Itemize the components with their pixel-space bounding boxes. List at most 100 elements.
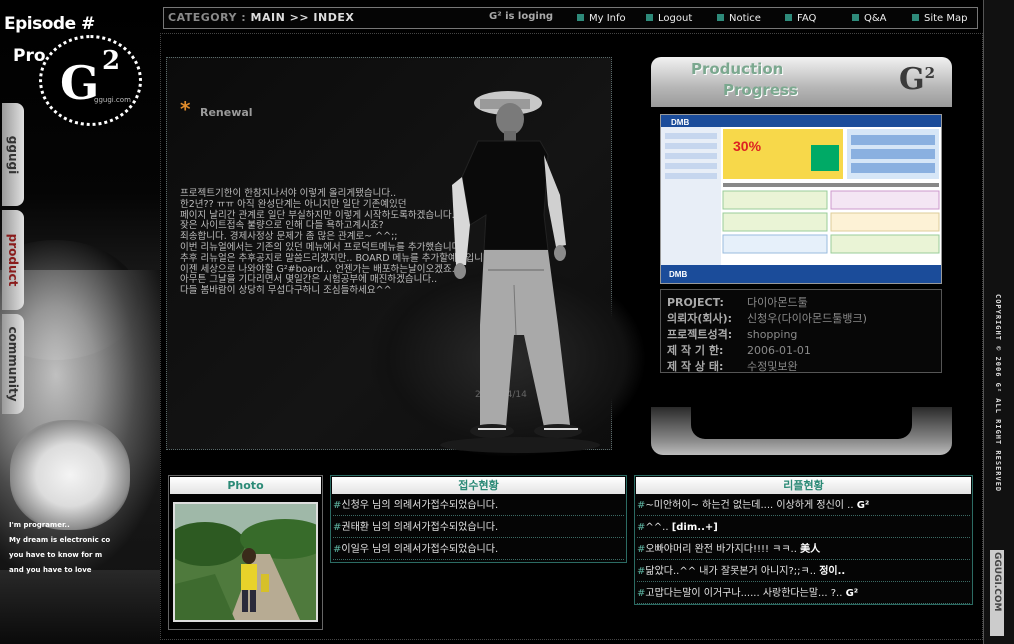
project-screenshot[interactable]: DMB 30% DMB (660, 114, 942, 284)
reply-author: G² (856, 500, 870, 511)
left-photo-mask (10, 420, 130, 530)
side-tab-ggugi[interactable]: ggugi (2, 103, 24, 206)
nav-label: FAQ (797, 13, 817, 24)
received-item[interactable]: #권태환 님의 의례서가접수되었습니다. (333, 517, 624, 538)
nav-label: Q&A (864, 13, 887, 24)
reply-author: 정이.. (819, 566, 846, 577)
production-header: Production Progress G2 (651, 57, 952, 107)
side-tab-community[interactable]: community (2, 314, 24, 414)
shot-logo-bottom: DMB (669, 270, 687, 279)
info-key: PROJECT: (667, 296, 724, 309)
top-bar: CATEGORY : MAIN >> INDEX G² is loging My… (163, 7, 978, 29)
category-path[interactable]: MAIN >> INDEX (251, 11, 355, 24)
production-panel: Production Progress G2 DMB 30% DMB PROJE… (651, 57, 952, 455)
reply-author: [dim..+] (671, 522, 718, 533)
photo-thumbnail-image (175, 504, 316, 620)
side-brand: GGUGI.COM (990, 550, 1004, 636)
info-key: 프로젝트성격: (667, 328, 733, 341)
production-title-2: Progress (723, 81, 798, 99)
production-logo-letter: G (899, 62, 925, 97)
replies-title: 리플현황 (636, 477, 971, 494)
info-project: PROJECT: 다이아몬드툴 (667, 294, 808, 310)
intro-text: I'm programer.. My dream is electronic c… (9, 518, 110, 578)
info-value: 2006-01-01 (747, 344, 811, 357)
news-title: Renewal (200, 106, 253, 119)
bullet-icon (912, 14, 919, 21)
info-deadline: 제 작 기 한: 2006-01-01 (667, 342, 811, 358)
person-figure (440, 91, 600, 453)
nav-logout[interactable]: Logout (646, 13, 692, 24)
intro-line: and you have to love (9, 566, 92, 574)
nav-label: Site Map (924, 13, 968, 24)
footer-notch (691, 407, 912, 439)
info-key: 의뢰자(회사): (667, 312, 733, 325)
reply-text: 오빠야머리 완전 바가지다!!!! ㅋㅋ.. (645, 544, 797, 555)
intro-line: I'm programer.. (9, 521, 70, 529)
production-logo: G2 (899, 62, 935, 97)
episode-title: Episode # (4, 14, 95, 34)
bullet-icon (785, 14, 792, 21)
nav-label: Logout (658, 13, 693, 24)
info-client: 의뢰자(회사): 신청우(다이아몬드툴뱅크) (667, 310, 867, 326)
logo-superscript: 2 (102, 46, 121, 76)
reply-text: 닮았다..^^ 내가 잘못본거 아니지?;;ㅋ.. (645, 566, 817, 577)
received-item[interactable]: #신청우 님의 의례서가접수되었습니다. (333, 495, 624, 516)
intro-line: you have to know for m (9, 551, 103, 559)
reply-item[interactable]: #오빠야머리 완전 바가지다!!!! ㅋㅋ.. 美人 (637, 539, 970, 560)
nav-qna[interactable]: Q&A (852, 13, 887, 24)
reply-item[interactable]: #닮았다..^^ 내가 잘못본거 아니지?;;ㅋ.. 정이.. (637, 561, 970, 582)
reply-item[interactable]: #고맙다는말이 이거구나...... 사랑한다는말... ?.. G² (637, 583, 970, 604)
bullet-icon (646, 14, 653, 21)
login-status: G² is loging (489, 11, 554, 22)
project-screenshot-image: DMB 30% DMB (661, 115, 941, 283)
received-text: 이일우 님의 의례서가접수되었습니다. (341, 544, 499, 555)
received-item[interactable]: #이일우 님의 의례서가접수되었습니다. (333, 539, 624, 560)
nav-notice[interactable]: Notice (717, 13, 761, 24)
nav-faq[interactable]: FAQ (785, 13, 816, 24)
reply-text: ^^.. (645, 522, 669, 533)
photo-thumbnail[interactable] (173, 502, 318, 622)
star-icon: * (180, 97, 191, 121)
nav-label: Notice (729, 13, 761, 24)
breadcrumb: CATEGORY : MAIN >> INDEX (168, 11, 354, 24)
replies-box: #~미안허이~ 하는건 없는데.... 이상하게 정신이 .. G² #^^..… (634, 475, 973, 605)
info-value: shopping (747, 328, 798, 341)
copyright-text: COPYRIGHT © 2006 G² ALL RIGHT RESERVED (994, 294, 1002, 493)
production-title-1: Production (691, 60, 784, 78)
info-value: 신청우(다이아몬드툴뱅크) (747, 312, 867, 325)
shot-logo-top: DMB (671, 118, 689, 127)
production-logo-sup: 2 (924, 64, 936, 82)
info-value: 다이아몬드툴 (747, 296, 808, 309)
bullet-icon (717, 14, 724, 21)
received-text: 권태환 님의 의례서가접수되었습니다. (341, 522, 499, 533)
logo-site: ggugi.com (94, 96, 131, 104)
side-tab-label: community (6, 326, 20, 402)
category-label: CATEGORY : (168, 11, 247, 24)
reply-item[interactable]: #~미안허이~ 하는건 없는데.... 이상하게 정신이 .. G² (637, 495, 970, 516)
bullet-icon (577, 14, 584, 21)
nav-site-map[interactable]: Site Map (912, 13, 967, 24)
project-info: PROJECT: 다이아몬드툴 의뢰자(회사): 신청우(다이아몬드툴뱅크) 프로젝… (660, 289, 942, 373)
info-key: 제 작 기 한: (667, 344, 724, 357)
info-type: 프로젝트성격: shopping (667, 326, 797, 342)
intro-line: My dream is electronic co (9, 536, 111, 544)
bullet-icon (852, 14, 859, 21)
reply-text: 고맙다는말이 이거구나...... 사랑한다는말... ?.. (645, 588, 843, 599)
photo-title: Photo (170, 477, 321, 494)
reply-author: 美人 (800, 544, 821, 555)
info-status: 제 작 상 태: 수정및보완 (667, 358, 798, 374)
received-text: 신청우 님의 의례서가접수되었습니다. (341, 500, 499, 511)
side-tab-label: ggugi (6, 135, 20, 174)
nav-my-info[interactable]: My Info (577, 13, 626, 24)
production-footer (651, 407, 952, 455)
side-tab-label: product (6, 233, 20, 287)
reply-author: G² (845, 588, 859, 599)
side-tab-product[interactable]: product (2, 210, 24, 310)
side-brand-text: GGUGI.COM (992, 552, 1002, 612)
shot-badge: 30% (733, 138, 762, 154)
episode-subtitle: Pro (13, 46, 46, 66)
site-logo[interactable]: G 2 ggugi.com (39, 35, 142, 126)
reply-item[interactable]: #^^.. [dim..+] (637, 517, 970, 538)
info-key: 제 작 상 태: (667, 360, 724, 373)
reply-text: ~미안허이~ 하는건 없는데.... 이상하게 정신이 .. (645, 500, 854, 511)
